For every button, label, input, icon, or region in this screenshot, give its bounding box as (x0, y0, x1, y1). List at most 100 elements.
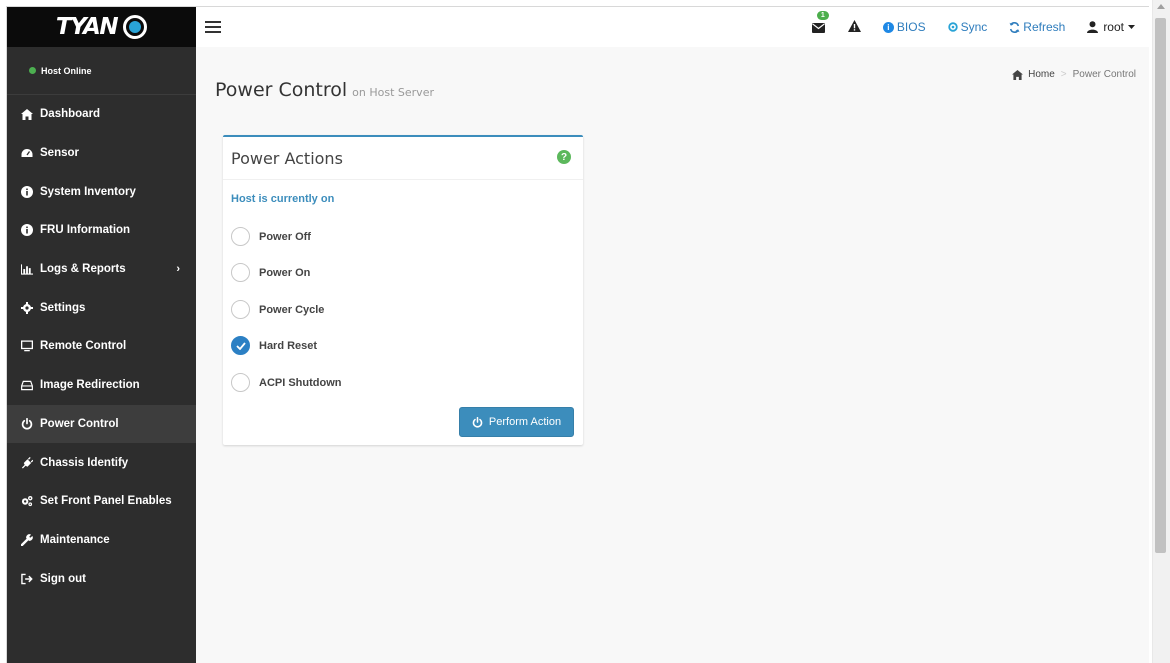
bar-chart-icon (21, 263, 33, 275)
host-status-label: Host Online (41, 65, 92, 76)
option-label: ACPI Shutdown (259, 376, 342, 389)
sidebar-item-maintenance[interactable]: Maintenance (7, 521, 196, 560)
hdd-icon (21, 379, 33, 391)
sidebar-item-fru-information[interactable]: FRU Information (7, 211, 196, 250)
sync-label: Sync (960, 20, 988, 34)
sidebar-item-label: Set Front Panel Enables (40, 495, 172, 508)
notification-badge: 1 (816, 11, 829, 20)
gauge-icon (21, 147, 33, 159)
refresh-icon (1009, 21, 1020, 33)
gears-icon (21, 495, 33, 507)
option-label: Power Cycle (259, 303, 325, 316)
sidebar-item-label: Logs & Reports (40, 263, 126, 276)
option-acpi-shutdown[interactable]: ACPI Shutdown (231, 373, 342, 392)
wrench-icon (21, 534, 33, 546)
user-label: root (1103, 20, 1124, 34)
option-power-off[interactable]: Power Off (231, 227, 311, 246)
sidebar-item-label: Power Control (40, 417, 119, 430)
page-title: Power Control on Host Server (215, 79, 434, 101)
sidebar-item-label: Chassis Identify (40, 456, 129, 469)
radio-button[interactable] (231, 263, 250, 282)
panel-title: Power Actions (231, 149, 343, 168)
sidebar-item-power-control[interactable]: Power Control (7, 404, 196, 444)
monitor-icon (21, 340, 33, 352)
option-power-on[interactable]: Power On (231, 263, 310, 282)
sidebar-item-label: FRU Information (40, 224, 131, 237)
host-state-text: Host is currently on (231, 193, 335, 205)
logo-text: TYAN (55, 14, 119, 40)
chevron-right-icon: › (176, 263, 180, 276)
caret-down-icon (1128, 25, 1135, 29)
sidebar-item-label: Maintenance (40, 533, 110, 546)
perform-action-button[interactable]: Perform Action (459, 407, 574, 437)
sidebar-item-label: Settings (40, 301, 86, 314)
bios-button[interactable]: i BIOS (882, 20, 926, 34)
sidebar-item-label: Sign out (40, 572, 86, 585)
sidebar-item-label: Remote Control (40, 340, 127, 353)
sidebar-item-set-front-panel-enables[interactable]: Set Front Panel Enables (7, 482, 196, 521)
option-label: Hard Reset (259, 339, 318, 352)
logo-ring-icon (123, 15, 148, 39)
page-title-text: Power Control (215, 79, 348, 101)
page-subtitle: on Host Server (352, 86, 434, 99)
info-circle-icon: i (882, 21, 894, 33)
gear-icon (21, 301, 33, 314)
menu-toggle-icon[interactable] (205, 21, 221, 33)
info-icon (21, 224, 33, 237)
power-actions-panel: Power Actions ? Host is currently on Pow… (223, 135, 583, 445)
home-icon (1012, 69, 1024, 80)
radio-button[interactable] (231, 373, 250, 392)
option-hard-reset[interactable]: Hard Reset (231, 336, 317, 355)
app-frame: TYAN Host Online Dashboard Sensor System… (6, 6, 1149, 663)
status-dot-icon (29, 67, 36, 74)
sidebar-item-settings[interactable]: Settings (7, 288, 196, 327)
sign-out-icon (21, 573, 33, 585)
sidebar-item-label: System Inventory (40, 185, 136, 198)
question-icon[interactable]: ? (557, 150, 571, 164)
radio-button[interactable] (231, 227, 250, 246)
warning-icon (847, 19, 861, 35)
power-icon (21, 417, 33, 430)
host-status: Host Online (7, 47, 196, 95)
radio-button-checked[interactable] (231, 336, 250, 355)
sidebar-item-system-inventory[interactable]: System Inventory (7, 172, 196, 211)
sidebar-item-label: Sensor (40, 147, 79, 160)
breadcrumb: Home > Power Control (1012, 69, 1136, 80)
sidebar-item-sensor[interactable]: Sensor (7, 134, 196, 173)
breadcrumb-home-link[interactable]: Home (1028, 69, 1055, 80)
notifications-button[interactable]: 1 (811, 11, 829, 34)
bios-label: BIOS (896, 20, 926, 34)
brand-logo[interactable]: TYAN (7, 7, 196, 47)
sidebar-item-logs-reports[interactable]: Logs & Reports › (7, 250, 196, 289)
navbar-actions: 1 i BIOS Sync Refresh root (790, 7, 1135, 47)
refresh-label: Refresh (1023, 20, 1066, 34)
option-label: Power Off (259, 230, 311, 243)
plug-icon (21, 456, 33, 469)
envelope-icon: 1 (811, 11, 829, 34)
sidebar-item-chassis-identify[interactable]: Chassis Identify (7, 443, 196, 482)
user-icon (1087, 21, 1099, 33)
scroll-up-icon[interactable] (1157, 4, 1165, 9)
sidebar-item-image-redirection[interactable]: Image Redirection (7, 366, 196, 405)
breadcrumb-separator: > (1060, 69, 1067, 80)
panel-divider (223, 179, 583, 180)
sidebar-item-dashboard[interactable]: Dashboard (7, 95, 196, 134)
sync-button[interactable]: Sync (947, 20, 988, 34)
refresh-button[interactable]: Refresh (1009, 20, 1065, 34)
sync-icon (947, 22, 958, 32)
sidebar-item-remote-control[interactable]: Remote Control (7, 327, 196, 366)
option-power-cycle[interactable]: Power Cycle (231, 300, 324, 319)
radio-button[interactable] (231, 300, 250, 319)
breadcrumb-current: Power Control (1072, 69, 1136, 80)
alerts-button[interactable] (847, 19, 861, 35)
user-menu-button[interactable]: root (1087, 20, 1135, 34)
sidebar-item-label: Dashboard (40, 108, 101, 121)
scrollbar-thumb[interactable] (1155, 18, 1166, 553)
power-icon (472, 416, 483, 428)
sidebar-item-sign-out[interactable]: Sign out (7, 559, 196, 598)
info-icon (21, 185, 33, 198)
checkmark-icon (235, 341, 246, 350)
top-navbar: 1 i BIOS Sync Refresh root (196, 7, 1149, 47)
vertical-scrollbar[interactable] (1152, 0, 1170, 663)
option-label: Power On (259, 266, 311, 279)
